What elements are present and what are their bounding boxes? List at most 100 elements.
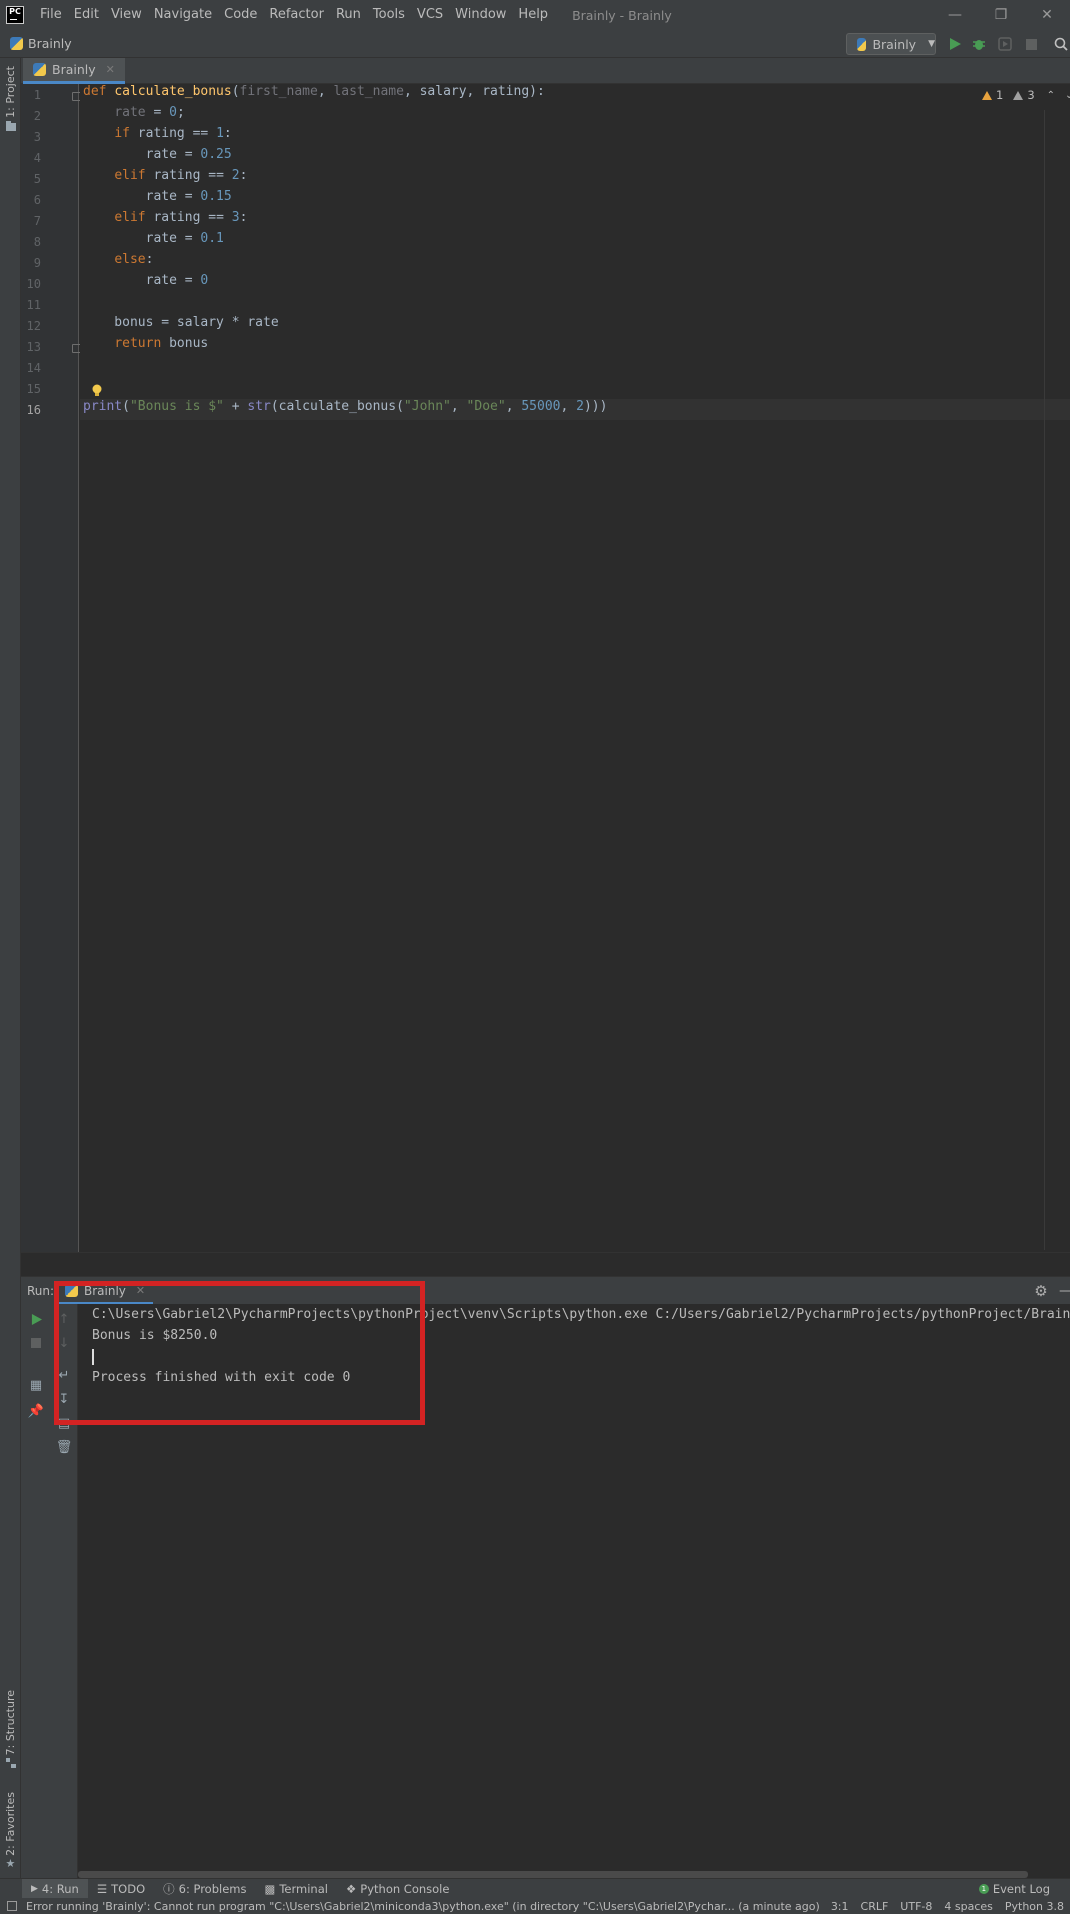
code-line: rate = 0.15 (83, 189, 232, 204)
layout-button[interactable]: ▦ (27, 1376, 45, 1394)
menu-window[interactable]: Window (449, 0, 512, 30)
info-icon: ⓘ (163, 1881, 175, 1896)
search-everywhere-button[interactable] (1052, 35, 1070, 53)
line-number: 12 (26, 319, 41, 333)
caret-position[interactable]: 3:1 (825, 1900, 855, 1913)
tab-todo-label: TODO (111, 1881, 146, 1896)
clear-all-button[interactable]: 🗑 (55, 1438, 73, 1456)
hide-panel-icon[interactable]: — (1059, 1283, 1070, 1299)
list-icon: ☰ (96, 1881, 108, 1896)
line-number: 2 (33, 109, 41, 123)
pin-tab-button[interactable]: 📌 (27, 1402, 45, 1420)
breadcrumb-project: Brainly (28, 36, 72, 51)
pycharm-logo-icon: PC (6, 6, 24, 24)
pin-icon: 📌 (27, 1403, 45, 1419)
status-message[interactable]: Error running 'Brainly': Cannot run prog… (26, 1900, 820, 1913)
menu-view[interactable]: View (105, 0, 148, 30)
event-log-icon: 1 (978, 1884, 989, 1894)
run-button[interactable] (946, 35, 964, 53)
breadcrumb[interactable]: Brainly (10, 36, 72, 51)
status-bar: Error running 'Brainly': Cannot run prog… (0, 1898, 1070, 1914)
python-file-icon (33, 63, 46, 76)
menu-tools[interactable]: Tools (367, 0, 411, 30)
menu-edit[interactable]: Edit (68, 0, 105, 30)
menu-vcs[interactable]: VCS (411, 0, 449, 30)
line-separator[interactable]: CRLF (855, 1900, 895, 1913)
previous-highlight-icon[interactable]: ⌃ (1047, 90, 1055, 101)
console-horizontal-scrollbar[interactable] (78, 1870, 1028, 1878)
window-controls: — ❐ ✕ (932, 0, 1070, 30)
stop-button[interactable] (1022, 35, 1040, 53)
folder-icon (5, 120, 16, 131)
line-number: 4 (33, 151, 41, 165)
trash-icon: 🗑 (55, 1439, 73, 1455)
line-number: 14 (26, 361, 41, 375)
code-line: if rating == 1: (114, 126, 232, 141)
debug-button[interactable] (970, 35, 988, 53)
menu-help[interactable]: Help (512, 0, 554, 30)
line-number: 7 (33, 214, 41, 228)
restore-window-icon[interactable]: ❐ (978, 0, 1024, 30)
menu-run[interactable]: Run (330, 0, 367, 30)
code-line: bonus = salary * rate (83, 315, 279, 330)
run-with-coverage-button[interactable] (996, 35, 1014, 53)
menu-navigate[interactable]: Navigate (148, 0, 218, 30)
tab-problems-label: 6: Problems (178, 1881, 247, 1896)
rerun-button[interactable] (27, 1310, 45, 1328)
chevron-down-icon: ▼ (928, 39, 935, 49)
tab-run[interactable]: ▶ 4: Run (22, 1878, 88, 1899)
menu-refactor[interactable]: Refactor (263, 0, 330, 30)
weak-warning-count: 3 (1027, 88, 1035, 102)
right-margin-guide (1044, 110, 1045, 1250)
indent-setting[interactable]: 4 spaces (938, 1900, 999, 1913)
lightbulb-icon[interactable] (91, 384, 103, 398)
file-encoding[interactable]: UTF-8 (894, 1900, 938, 1913)
line-number: 5 (33, 172, 41, 186)
tab-problems[interactable]: ⓘ 6: Problems (154, 1879, 255, 1899)
minimize-window-icon[interactable]: — (932, 0, 978, 30)
next-highlight-icon[interactable]: ⌄ (1065, 90, 1070, 101)
code-editor[interactable]: def calculate_bonus(first_name, last_nam… (80, 84, 1070, 1252)
line-number: 13 (26, 340, 41, 354)
warning-icon (982, 90, 992, 100)
menu-file[interactable]: File (34, 0, 68, 30)
console-scrollbar-thumb[interactable] (78, 1871, 1028, 1878)
rerun-icon (31, 1313, 42, 1325)
search-icon (1054, 37, 1068, 51)
navigation-bar: Brainly Brainly ▼ (0, 30, 1070, 58)
window-title: Brainly - Brainly (572, 7, 672, 23)
favorites-tool-tab[interactable]: 2: Favorites ★ (0, 1792, 21, 1869)
editor-horizontal-scrollbar[interactable] (21, 1252, 1070, 1276)
bug-icon (973, 40, 985, 50)
project-tool-tab[interactable]: 1: Project (0, 66, 21, 131)
editor-tab-brainly[interactable]: Brainly ✕ (23, 58, 125, 84)
structure-icon (5, 1758, 16, 1769)
python-interpreter[interactable]: Python 3.8 (999, 1900, 1070, 1913)
tab-python-console[interactable]: ❖ Python Console (337, 1879, 458, 1899)
run-configuration-dropdown[interactable]: Brainly ▼ (846, 33, 936, 55)
tool-windows-toggle-icon[interactable] (7, 1901, 17, 1911)
structure-tab-label: 7: Structure (4, 1690, 17, 1756)
stop-process-button[interactable] (27, 1334, 45, 1352)
menu-code[interactable]: Code (218, 0, 263, 30)
structure-tool-tab[interactable]: 7: Structure (0, 1690, 21, 1769)
tab-terminal[interactable]: ▩ Terminal (255, 1879, 336, 1899)
close-tab-icon[interactable]: ✕ (106, 63, 115, 76)
code-line: rate = 0 (83, 273, 209, 288)
inspection-widget[interactable]: 1 3 ⌃ ⌄ (982, 88, 1070, 102)
editor-tab-label: Brainly (52, 62, 96, 77)
left-tool-window-strip: 1: Project 7: Structure 2: Favorites ★ (0, 58, 21, 1878)
line-number-active: 16 (26, 403, 41, 417)
python-file-icon (857, 37, 867, 51)
line-number: 9 (33, 256, 41, 270)
gear-icon[interactable]: ⚙ (1033, 1282, 1049, 1300)
code-line: elif rating == 2: (114, 168, 248, 183)
run-panel-title: Run: (27, 1283, 55, 1298)
event-log-button[interactable]: 1 Event Log (978, 1879, 1050, 1899)
run-config-label: Brainly (872, 36, 917, 52)
code-line: else: (114, 252, 154, 267)
line-number: 8 (33, 235, 41, 249)
favorites-tab-label: 2: Favorites (4, 1792, 17, 1856)
tab-todo[interactable]: ☰ TODO (88, 1879, 154, 1899)
close-window-icon[interactable]: ✕ (1024, 0, 1070, 30)
